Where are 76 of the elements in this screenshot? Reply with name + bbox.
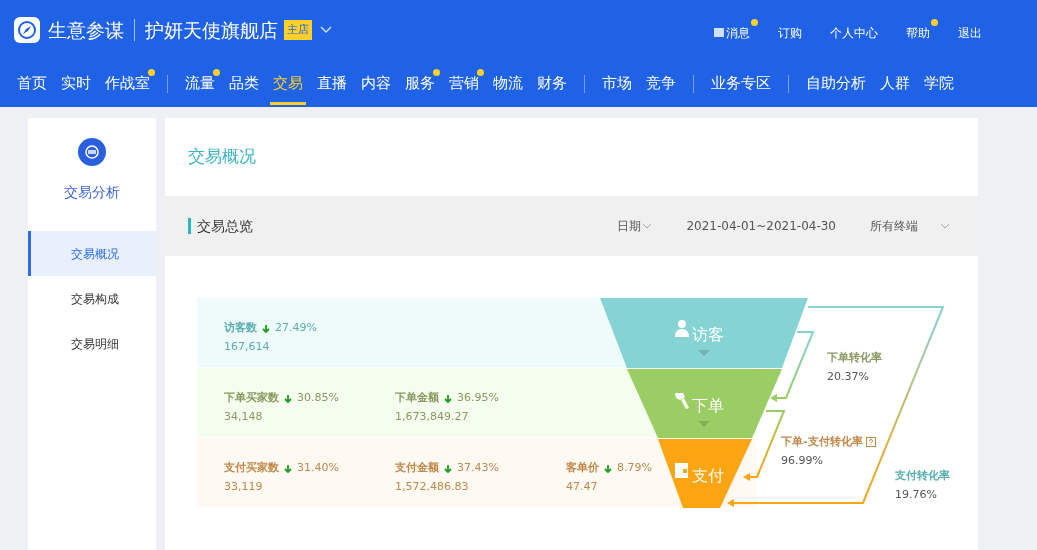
app-name: 生意参谋: [48, 17, 124, 43]
stage-label: 支付: [692, 465, 724, 485]
nav-tab[interactable]: 交易: [266, 60, 310, 107]
person-icon: [675, 320, 689, 337]
nav-tab[interactable]: 人群: [873, 60, 917, 107]
conversion-label: 支付转化率: [895, 468, 950, 484]
metric-label: 下单金额: [395, 390, 439, 406]
nav-tab[interactable]: 财务: [530, 60, 574, 107]
header-link[interactable]: 退出: [958, 18, 990, 42]
chevron-down-icon: [940, 223, 950, 229]
sidebar-item[interactable]: 交易构成: [28, 276, 156, 321]
metric-value: 1,572,486.83: [395, 478, 470, 495]
conversion-value: 96.99%: [781, 452, 824, 469]
filter-dropdown[interactable]: 日期: [617, 217, 653, 235]
metric-value: 167,614: [224, 338, 271, 355]
metric-change: 31.40%: [297, 460, 339, 476]
nav-tab[interactable]: 自助分析: [799, 60, 873, 107]
conversion-label: 下单-支付转化率: [781, 434, 863, 450]
compass-logo-icon: [14, 17, 40, 43]
metric-change: 37.43%: [457, 460, 499, 476]
metric-label: 访客数: [224, 320, 257, 336]
chevron-down-icon: [642, 223, 653, 229]
metric-change: 8.79%: [617, 460, 652, 476]
metric-value: 33,119: [224, 478, 264, 495]
wallet-icon: [675, 463, 688, 478]
store-tag: 主店: [284, 19, 312, 41]
metric-value: 1,673,849.27: [395, 408, 470, 425]
metric-change: 27.49%: [275, 320, 317, 336]
nav-tab[interactable]: 服务: [398, 60, 442, 107]
metric-value: 34,148: [224, 408, 264, 425]
section-title: 交易总览: [188, 218, 253, 234]
nav-tab[interactable]: 物流: [486, 60, 530, 107]
nav-tab[interactable]: 作战室: [98, 60, 157, 107]
sidebar-item[interactable]: 交易概况: [28, 231, 156, 276]
header-link[interactable]: 个人中心: [830, 18, 886, 42]
conversion-value: 20.37%: [827, 368, 870, 385]
notification-dot: [751, 18, 758, 26]
nav-tab[interactable]: 直播: [310, 60, 354, 107]
nav-tab[interactable]: 业务专区: [704, 60, 778, 107]
metric-value: 47.47: [566, 478, 599, 495]
mail-icon: [714, 27, 724, 37]
nav-tab[interactable]: 实时: [54, 60, 98, 107]
metric-change: 36.95%: [457, 390, 499, 406]
down-triangle-icon: [698, 421, 710, 427]
help-icon[interactable]: [865, 437, 876, 448]
sidebar-item[interactable]: 交易明细: [28, 321, 156, 366]
header-link[interactable]: 帮助: [906, 18, 938, 42]
stage-label: 下单: [692, 395, 724, 415]
nav-tab[interactable]: 竞争: [639, 60, 683, 107]
hammer-icon: [675, 393, 689, 409]
metric-label: 客单价: [566, 460, 599, 476]
nav-tab[interactable]: 流量: [178, 60, 222, 107]
page-title: 交易概况: [187, 145, 257, 169]
sidebar-title: 交易分析: [64, 183, 120, 202]
exchange-icon: [78, 138, 106, 166]
header-link[interactable]: 消息: [714, 18, 758, 42]
down-triangle-icon: [698, 350, 710, 356]
nav-tab[interactable]: 市场: [595, 60, 639, 107]
header-link[interactable]: 订购: [778, 18, 810, 42]
metric-label: 支付金额: [395, 460, 439, 476]
stage-label: 访客: [692, 324, 724, 344]
nav-tab[interactable]: 内容: [354, 60, 398, 107]
nav-tab[interactable]: 营销: [442, 60, 486, 107]
date-range: 2021-04-01~2021-04-30: [686, 218, 836, 235]
metric-label: 支付买家数: [224, 460, 279, 476]
store-name: 护妍天使旗舰店: [145, 17, 278, 43]
nav-tab[interactable]: 首页: [10, 60, 54, 107]
notification-dot: [931, 18, 938, 26]
chevron-down-icon[interactable]: [320, 26, 332, 34]
filter-dropdown[interactable]: 所有终端: [870, 217, 950, 235]
metric-label: 下单买家数: [224, 390, 279, 406]
conversion-label: 下单转化率: [827, 350, 882, 366]
metric-change: 30.85%: [297, 390, 339, 406]
nav-tab[interactable]: 学院: [917, 60, 961, 107]
nav-tab[interactable]: 品类: [222, 60, 266, 107]
conversion-value: 19.76%: [895, 486, 938, 503]
